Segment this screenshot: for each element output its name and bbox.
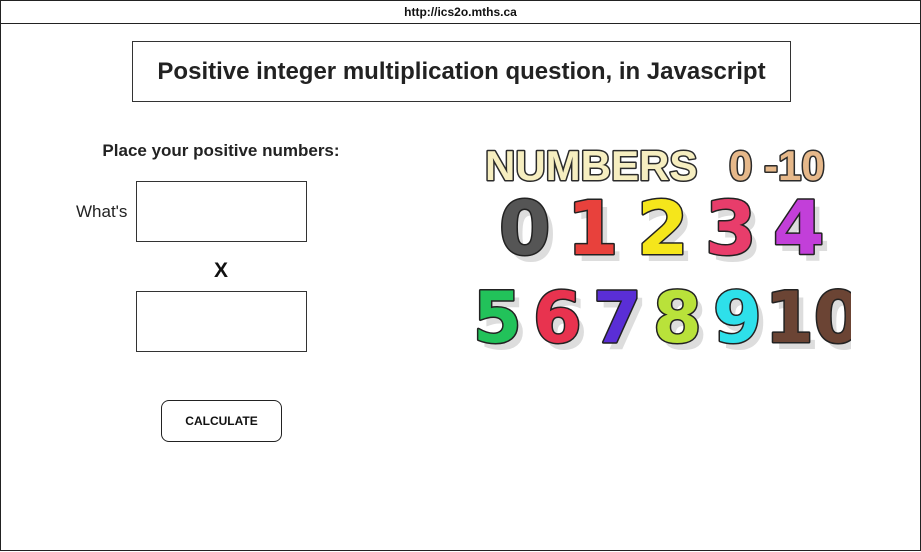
digit-6: 6 <box>533 277 582 351</box>
digit-5: 5 <box>473 277 522 351</box>
second-number-input[interactable] <box>136 291 307 352</box>
digit-2: 2 <box>637 186 689 272</box>
illustration-heading-range: 0 -10 <box>729 142 825 189</box>
digit-3: 3 <box>705 186 757 272</box>
numbers-illustration: NUMBERS 0 -10 0011223344 5 5 6 6 7 7 8 8 9 9 10 10 <box>471 136 851 351</box>
digit-7: 7 <box>593 277 642 351</box>
browser-window: http://ics2o.mths.ca Positive integer mu… <box>0 0 921 551</box>
numbers-image: NUMBERS 0 -10 00 11 22 33 44 55 66 77 88 99 1010 <box>472 141 852 352</box>
digits-row-1: 00 11 22 33 44 <box>498 185 831 280</box>
illustration-heading-word: NUMBERS <box>485 142 697 189</box>
digit-4: 4 <box>773 186 825 272</box>
page-title: Positive integer multiplication question… <box>132 41 791 102</box>
digit-1: 1 <box>567 186 619 272</box>
calculate-button[interactable]: CALCULATE <box>161 400 282 442</box>
multiply-symbol: X <box>213 259 228 282</box>
digit-0: 0 <box>499 186 551 272</box>
digit-8: 8 <box>653 277 702 351</box>
whats-label: What's <box>76 202 128 221</box>
digit-9: 9 <box>713 277 762 351</box>
instruction-text: Place your positive numbers: <box>102 141 340 160</box>
digit-10: 10 <box>765 277 851 351</box>
url-bar[interactable]: http://ics2o.mths.ca <box>1 1 920 24</box>
digits-row-2: 55 66 77 88 99 1010 <box>472 276 852 352</box>
first-number-input[interactable] <box>136 181 307 242</box>
